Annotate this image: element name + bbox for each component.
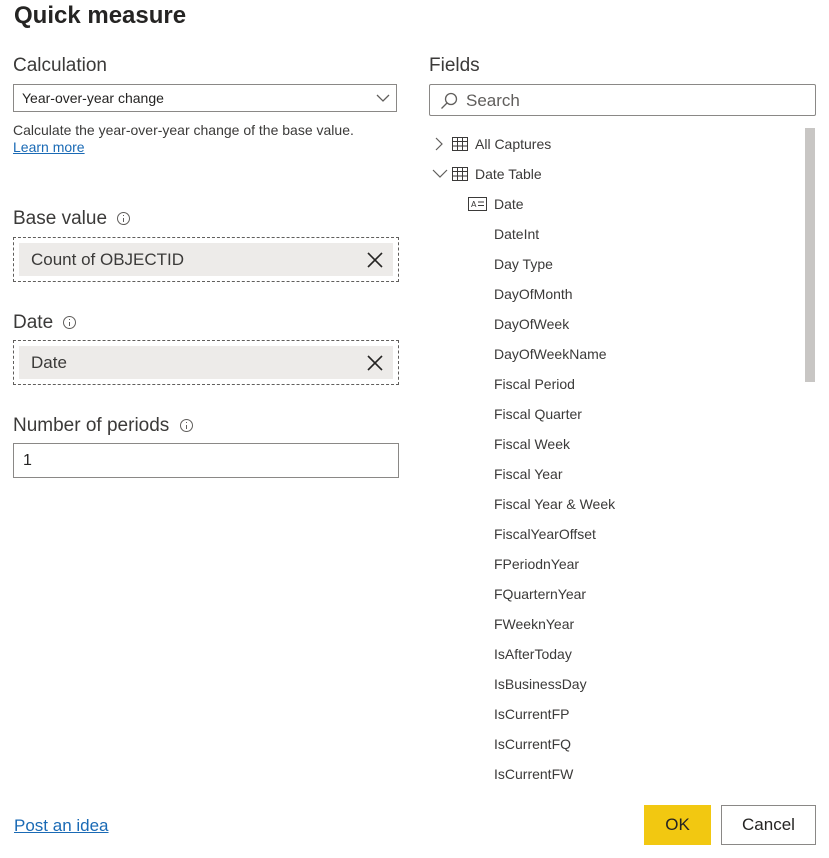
- tree-field-item[interactable]: IsAfterToday: [494, 644, 572, 664]
- field-label: Date: [494, 196, 524, 212]
- date-text: Date: [31, 353, 67, 372]
- calculation-selected: Year-over-year change: [22, 90, 164, 106]
- date-label: Date: [13, 312, 54, 333]
- tree-field-item[interactable]: FiscalYearOffset: [494, 524, 596, 544]
- cancel-button[interactable]: Cancel: [721, 805, 816, 845]
- table-icon: [452, 167, 468, 181]
- post-idea-link[interactable]: Post an idea: [14, 816, 109, 836]
- tree-field-item[interactable]: IsCurrentFQ: [494, 734, 571, 754]
- tree-field-item[interactable]: DayOfMonth: [494, 284, 573, 304]
- fields-scrollbar[interactable]: [804, 126, 816, 794]
- remove-date-close-icon[interactable]: [367, 355, 383, 371]
- search-icon: [441, 92, 458, 109]
- chevron-down-icon[interactable]: [432, 169, 448, 179]
- base-value-label: Base value: [13, 208, 108, 229]
- tree-field-item[interactable]: Fiscal Year & Week: [494, 494, 615, 514]
- info-icon[interactable]: [117, 212, 131, 226]
- scrollbar-thumb[interactable]: [805, 128, 815, 382]
- date-well[interactable]: Date: [13, 340, 399, 385]
- date-hierarchy-icon: A: [468, 197, 487, 211]
- description-text: Calculate the year-over-year change of t…: [13, 122, 354, 138]
- tree-field-item[interactable]: IsCurrentFW: [494, 764, 573, 784]
- chevron-right-icon[interactable]: [434, 137, 444, 151]
- table-name: Date Table: [475, 166, 542, 182]
- base-value-pill[interactable]: Count of OBJECTID: [19, 243, 393, 276]
- tree-field-item[interactable]: IsBusinessDay: [494, 674, 587, 694]
- fields-search-input[interactable]: Search: [429, 84, 816, 116]
- date-pill[interactable]: Date: [19, 346, 393, 379]
- table-name: All Captures: [475, 136, 552, 152]
- search-placeholder: Search: [466, 91, 520, 110]
- tree-field-item[interactable]: Fiscal Year: [494, 464, 562, 484]
- fields-tree: All Captures Date Table A Date DateInt D…: [429, 126, 804, 794]
- date-label-group: Date: [13, 312, 77, 334]
- info-icon[interactable]: [63, 316, 77, 330]
- chevron-down-icon: [376, 94, 390, 102]
- periods-input[interactable]: 1: [13, 443, 399, 478]
- calculation-label: Calculation: [13, 55, 107, 76]
- tree-field-item[interactable]: FPeriodnYear: [494, 554, 579, 574]
- tree-field-item[interactable]: Day Type: [494, 254, 553, 274]
- tree-field-item[interactable]: Fiscal Quarter: [494, 404, 582, 424]
- calculation-dropdown[interactable]: Year-over-year change: [13, 84, 397, 112]
- tree-field-item[interactable]: FWeeknYear: [494, 614, 574, 634]
- periods-label: Number of periods: [13, 415, 170, 436]
- info-icon[interactable]: [179, 419, 193, 433]
- base-value-well[interactable]: Count of OBJECTID: [13, 237, 399, 282]
- table-icon: [452, 137, 468, 151]
- calculation-description: Calculate the year-over-year change of t…: [13, 122, 354, 155]
- tree-field-item[interactable]: DayOfWeek: [494, 314, 569, 334]
- learn-more-link[interactable]: Learn more: [13, 139, 85, 155]
- svg-text:A: A: [471, 200, 477, 209]
- periods-label-group: Number of periods: [13, 415, 193, 437]
- tree-field-item[interactable]: FQuarternYear: [494, 584, 586, 604]
- tree-field-item[interactable]: DayOfWeekName: [494, 344, 607, 364]
- base-value-text: Count of OBJECTID: [31, 250, 185, 269]
- tree-field-item[interactable]: DateInt: [494, 224, 539, 244]
- fields-label: Fields: [429, 55, 480, 76]
- base-value-label-group: Base value: [13, 208, 131, 230]
- tree-field-item[interactable]: IsCurrentFP: [494, 704, 569, 724]
- tree-field-item[interactable]: Fiscal Week: [494, 434, 570, 454]
- dialog-title: Quick measure: [14, 2, 187, 29]
- remove-base-value-close-icon[interactable]: [367, 252, 383, 268]
- tree-field-item[interactable]: Fiscal Period: [494, 374, 575, 394]
- ok-button[interactable]: OK: [644, 805, 711, 845]
